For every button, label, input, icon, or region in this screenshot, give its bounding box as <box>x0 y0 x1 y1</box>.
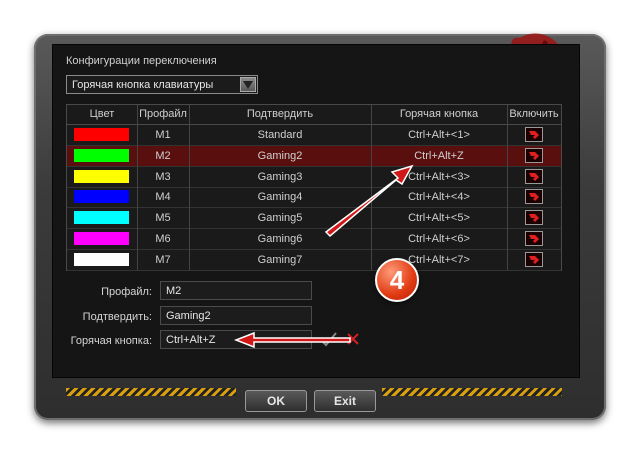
step-number-badge: 4 <box>375 258 419 302</box>
arrow-to-hotkey-field <box>233 331 351 349</box>
annotation-arrows <box>233 164 414 349</box>
arrow-to-hotkey-cell <box>324 164 414 238</box>
